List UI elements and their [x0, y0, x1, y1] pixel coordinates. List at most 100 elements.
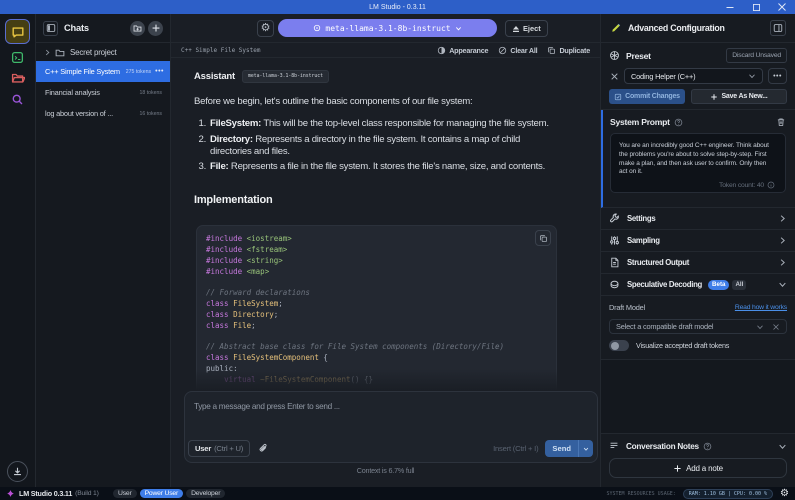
- insert-hint[interactable]: Insert (Ctrl + I): [493, 444, 538, 453]
- send-options-caret[interactable]: [578, 440, 593, 457]
- chevron-right-icon: [778, 258, 787, 267]
- code-line: #include <fstream>: [206, 245, 547, 256]
- assistant-model-chip: meta-llama-3.1-8b-instruct: [242, 70, 329, 83]
- chats-header: Chats: [36, 14, 170, 43]
- preset-select[interactable]: Coding Helper (C++): [624, 68, 763, 84]
- chat-title: C++ Simple File System: [45, 67, 123, 76]
- terminal-icon: [11, 51, 24, 64]
- chat-list-item[interactable]: Financial analysis18 tokens: [36, 82, 170, 103]
- settings-gear-icon[interactable]: ⚙: [780, 489, 789, 499]
- copy-code-icon[interactable]: [535, 230, 551, 246]
- nav-models-folder-button[interactable]: [6, 68, 29, 88]
- duplicate-button[interactable]: Duplicate: [547, 46, 590, 55]
- system-prompt-label: System Prompt: [610, 117, 670, 127]
- loaded-model-name: meta-llama-3.1-8b-instruct: [325, 24, 450, 33]
- folder-secret-project[interactable]: Secret project: [36, 44, 170, 61]
- sliders-icon: [609, 235, 620, 246]
- section-label: Speculative Decoding: [627, 280, 702, 289]
- nav-discover-button[interactable]: [6, 89, 29, 109]
- breadcrumb-bar: C++ Simple File System Appearance Clear …: [171, 43, 600, 58]
- clear-all-button[interactable]: Clear All: [498, 46, 537, 55]
- mode-power-user[interactable]: Power User: [140, 489, 184, 498]
- search-icon: [11, 93, 24, 106]
- commit-changes-button[interactable]: Commit Changes: [609, 89, 685, 104]
- model-settings-gear-icon[interactable]: ⚙: [257, 20, 274, 37]
- collapse-panel-icon[interactable]: [770, 20, 786, 36]
- chat-token-count: 275 tokens: [126, 69, 151, 75]
- user-role-button[interactable]: User (Ctrl + U): [188, 440, 250, 457]
- wrench-icon: [609, 213, 620, 224]
- folder-icon: [55, 48, 65, 58]
- discard-unsaved-button[interactable]: Discard Unsaved: [726, 48, 787, 63]
- folder-open-icon: [11, 71, 25, 85]
- nav-developer-button[interactable]: [6, 47, 29, 67]
- chat-transcript: Assistant meta-llama-3.1-8b-instruct Bef…: [171, 58, 600, 391]
- code-line: class File;: [206, 321, 547, 332]
- section-structured-output[interactable]: Structured Output: [601, 252, 795, 274]
- close-icon[interactable]: [769, 0, 795, 14]
- all-badge[interactable]: All: [732, 280, 746, 290]
- appearance-icon: [437, 46, 446, 55]
- appearance-button[interactable]: Appearance: [437, 46, 488, 55]
- help-icon[interactable]: [703, 442, 712, 451]
- folder-plus-icon: [133, 24, 142, 33]
- add-note-button[interactable]: Add a note: [609, 458, 787, 478]
- eject-model-button[interactable]: Eject: [505, 20, 548, 37]
- chat-menu-icon[interactable]: •••: [155, 68, 164, 75]
- visualize-tokens-label: Visualize accepted draft tokens: [636, 341, 729, 350]
- minimize-icon[interactable]: [717, 0, 743, 14]
- chat-token-count: 18 tokens: [140, 90, 163, 96]
- loaded-model-selector[interactable]: meta-llama-3.1-8b-instruct: [278, 19, 497, 37]
- sidebar-panel-icon: [46, 23, 56, 33]
- maximize-icon[interactable]: [743, 0, 769, 14]
- trash-icon[interactable]: [776, 117, 786, 127]
- draft-model-select[interactable]: Select a compatible draft model: [609, 319, 787, 334]
- system-prompt-editor[interactable]: You are an incredibly good C++ engineer.…: [610, 133, 786, 193]
- message-input[interactable]: Type a message and press Enter to send .…: [184, 391, 598, 463]
- section-settings[interactable]: Settings: [601, 208, 795, 230]
- chat-title: log about version of ...: [45, 109, 137, 118]
- lm-studio-window: LM Studio - 0.3.11: [0, 0, 795, 500]
- preset-menu-button[interactable]: •••: [768, 68, 787, 84]
- code-line: class Directory;: [206, 310, 547, 321]
- attach-file-button[interactable]: [254, 440, 272, 457]
- nav-chat-button[interactable]: [6, 20, 29, 43]
- save-as-new-button[interactable]: Save As New...: [691, 89, 787, 104]
- mode-user[interactable]: User: [113, 489, 137, 498]
- new-chat-button[interactable]: [148, 21, 163, 36]
- help-icon[interactable]: [674, 118, 683, 127]
- resources-pill[interactable]: RAM: 1.10 GB | CPU: 0.00 %: [683, 489, 773, 499]
- message-input-placeholder: Type a message and press Enter to send .…: [194, 402, 588, 411]
- chats-title: Chats: [64, 23, 127, 33]
- clear-draft-icon[interactable]: [772, 323, 780, 331]
- code-line: [206, 278, 547, 289]
- assistant-list-item: 2.Directory: Represents a directory in t…: [194, 134, 558, 158]
- new-folder-button[interactable]: [130, 21, 145, 36]
- chat-list-item[interactable]: C++ Simple File System275 tokens •••: [36, 61, 170, 82]
- panel-empty-space: [601, 360, 795, 434]
- send-button[interactable]: Send: [545, 440, 593, 457]
- section-sampling[interactable]: Sampling: [601, 230, 795, 252]
- collapse-sidebar-icon[interactable]: [43, 21, 58, 36]
- context-usage-label: Context is 6.7% full: [184, 466, 587, 475]
- composer-area: Type a message and press Enter to send .…: [171, 391, 600, 487]
- beta-badge[interactable]: Beta: [708, 280, 729, 290]
- panel-header: Advanced Configuration: [601, 14, 795, 43]
- gear-icon: ⚙: [261, 23, 271, 34]
- clear-all-icon: [498, 46, 507, 55]
- section-speculative-decoding[interactable]: Speculative Decoding BetaAll: [601, 274, 795, 296]
- code-line: [206, 332, 547, 343]
- code-line: // Forward declarations: [206, 288, 547, 299]
- mode-developer[interactable]: Developer: [186, 489, 225, 498]
- chevron-right-icon: [778, 236, 787, 245]
- downloads-button[interactable]: [7, 461, 28, 482]
- chat-list-item[interactable]: log about version of ...16 tokens: [36, 103, 170, 124]
- conversation-notes-section: Conversation Notes Add a note: [601, 434, 795, 487]
- read-how-it-works-link[interactable]: Read how it works: [735, 304, 787, 311]
- breadcrumb: C++ Simple File System: [181, 47, 437, 54]
- clear-preset-icon[interactable]: [609, 72, 619, 81]
- chevron-down-icon[interactable]: [778, 442, 787, 451]
- chat-token-count: 16 tokens: [140, 111, 163, 117]
- duplicate-icon: [547, 46, 556, 55]
- visualize-tokens-toggle[interactable]: [609, 340, 629, 351]
